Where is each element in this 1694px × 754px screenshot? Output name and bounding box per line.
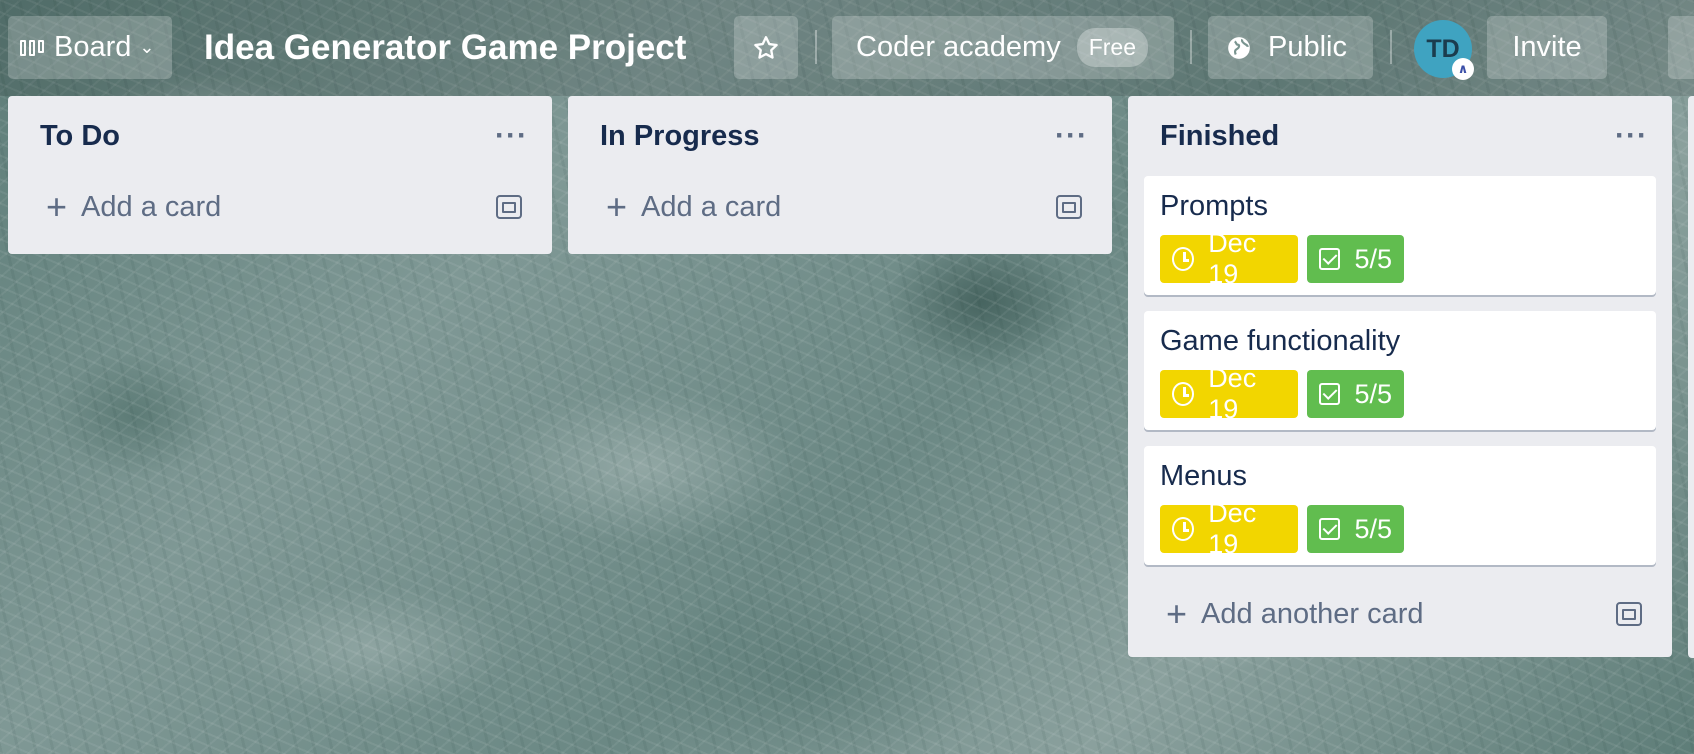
list-header: Finished ··· [1128,96,1672,176]
add-card-button[interactable]: + Add a card [8,176,552,238]
header-overflow-button[interactable] [1668,16,1694,79]
due-date-label: Dec 19 [1208,363,1257,424]
list-to-do: To Do ··· + Add a card [8,96,552,254]
card-title: Menus [1160,460,1248,492]
list-header: In Progress ··· [568,96,1112,176]
star-icon [754,35,778,59]
add-card-label: Add another card [1201,597,1424,630]
invite-button[interactable]: Invite [1487,16,1607,79]
card[interactable]: Menus Dec 19 5/5 [1144,446,1656,565]
add-card-label: Add a card [641,190,782,223]
checklist-icon [1319,248,1341,270]
add-another-card-button[interactable]: + Add another card [1128,581,1672,643]
visibility-label: Public [1268,31,1347,63]
add-card-button[interactable]: + Add a card [568,176,1112,238]
list-title[interactable]: In Progress [600,120,760,153]
checklist-count: 5/5 [1354,513,1392,544]
checklist-icon [1319,383,1341,405]
clock-icon [1172,517,1195,541]
board-bars-icon [20,39,44,56]
chevron-down-icon: ⌄ [139,37,155,57]
list-partial-offscreen [1688,96,1694,658]
workspace-name: Coder academy [856,31,1061,63]
template-icon[interactable] [496,195,522,219]
template-icon[interactable] [1616,602,1642,626]
due-date-badge[interactable]: Dec 19 [1160,228,1298,289]
workspace-button[interactable]: Coder academy Free [832,16,1174,79]
card[interactable]: Prompts Dec 19 5/5 [1144,176,1656,295]
add-card-label: Add a card [81,190,222,223]
checklist-badge: 5/5 [1307,370,1404,418]
card-badges: Dec 19 5/5 [1160,228,1640,289]
more-icon[interactable]: ··· [1055,119,1088,153]
plus-icon: + [1166,593,1188,634]
due-date-label: Dec 19 [1208,228,1257,289]
board-title[interactable]: Idea Generator Game Project [204,24,686,72]
clock-icon [1172,247,1195,271]
template-icon[interactable] [1056,195,1082,219]
header-divider [1190,30,1192,64]
list-in-progress: In Progress ··· + Add a card [568,96,1112,254]
list-title[interactable]: Finished [1160,120,1279,153]
list-finished: Finished ··· Prompts Dec 19 5/5 Game fun… [1128,96,1672,657]
invite-label: Invite [1512,31,1582,63]
due-date-badge[interactable]: Dec 19 [1160,498,1298,559]
checklist-count: 5/5 [1354,378,1392,409]
card[interactable]: Game functionality Dec 19 5/5 [1144,311,1656,430]
card-title: Game functionality [1160,325,1401,357]
card-title: Prompts [1160,190,1268,222]
globe-icon [1228,36,1250,59]
workspace-plan-badge: Free [1076,28,1149,67]
visibility-button[interactable]: Public [1208,16,1373,79]
header-divider [1390,30,1392,64]
board-view-label: Board [54,31,132,63]
avatar-initials: TD [1426,34,1460,63]
star-button[interactable] [734,16,798,79]
avatar[interactable]: TD ∧ [1414,20,1474,80]
plus-icon: + [606,186,628,227]
checklist-count: 5/5 [1354,243,1392,274]
card-badges: Dec 19 5/5 [1160,498,1640,559]
due-date-label: Dec 19 [1208,498,1257,559]
more-icon[interactable]: ··· [1615,119,1648,153]
due-date-badge[interactable]: Dec 19 [1160,363,1298,424]
checklist-icon [1319,518,1341,540]
list-header: To Do ··· [8,96,552,176]
more-icon[interactable]: ··· [495,119,528,153]
list-title[interactable]: To Do [40,120,120,153]
card-badges: Dec 19 5/5 [1160,363,1640,424]
checklist-badge: 5/5 [1307,235,1404,283]
admin-badge-icon: ∧ [1452,58,1474,80]
plus-icon: + [46,186,68,227]
board-header: Board ⌄ Idea Generator Game Project Code… [0,0,1694,96]
checklist-badge: 5/5 [1307,505,1404,553]
clock-icon [1172,382,1195,406]
board-view-switcher[interactable]: Board ⌄ [8,16,172,79]
header-divider [815,30,817,64]
